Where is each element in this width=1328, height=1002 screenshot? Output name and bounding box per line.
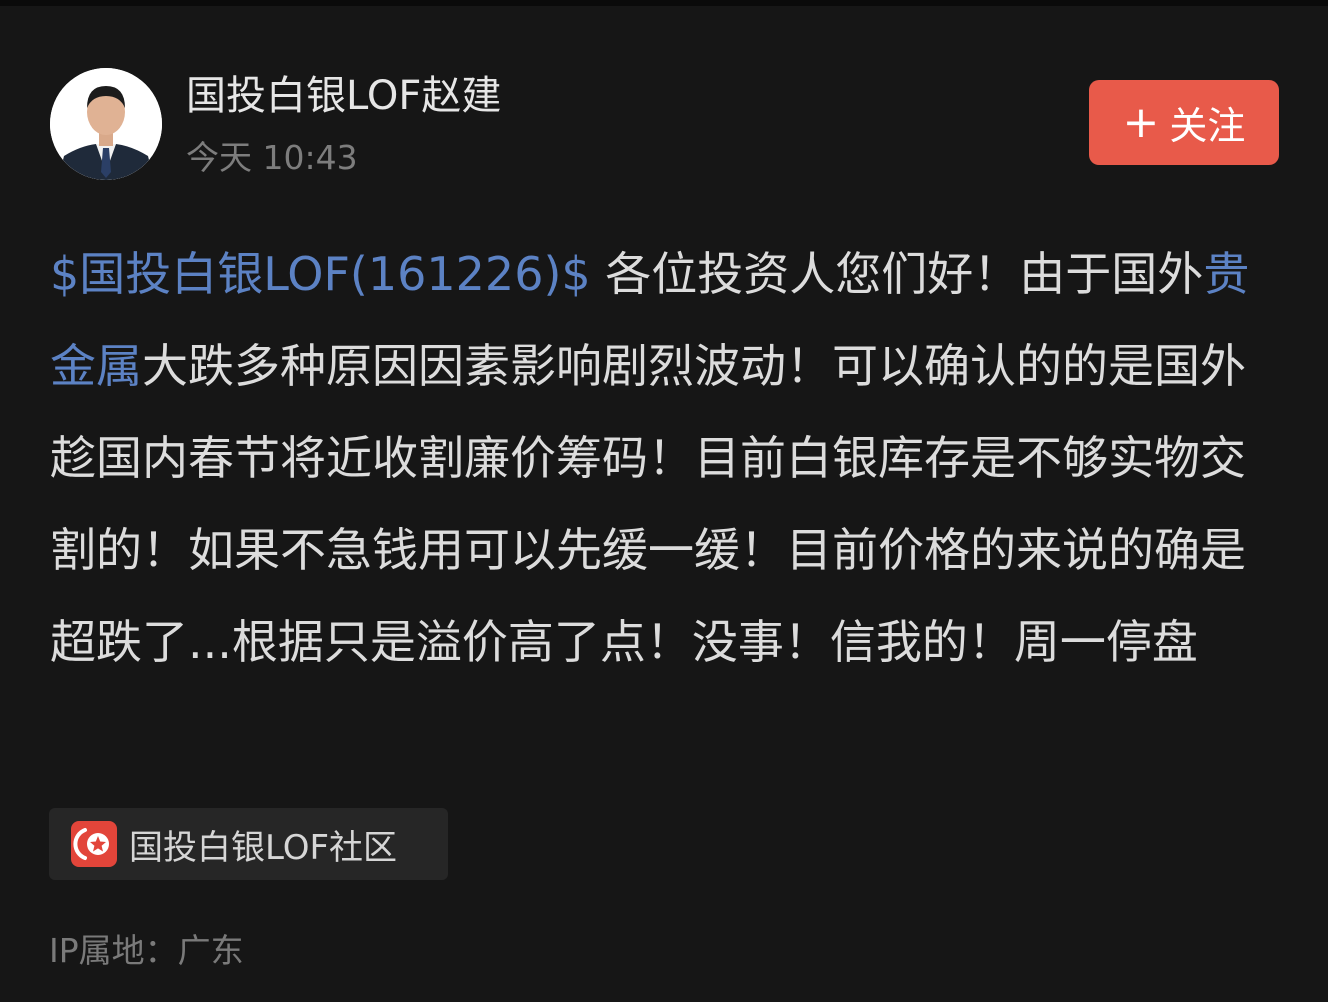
author-avatar[interactable] [50, 68, 162, 180]
plus-icon: + [1122, 96, 1160, 148]
community-logo-icon [71, 821, 117, 867]
community-label: 国投白银LOF社区 [129, 827, 398, 868]
post-timestamp: 今天 10:43 [186, 138, 358, 177]
follow-button[interactable]: + 关注 [1089, 80, 1279, 165]
post-content: $国投白银LOF(161226)$ 各位投资人您们好！由于国外贵金属大跌多种原因… [50, 228, 1285, 688]
post-card: 国投白银LOF赵建 今天 10:43 + 关注 $国投白银LOF(161226)… [0, 0, 1328, 1002]
follow-button-label: 关注 [1169, 104, 1246, 148]
stock-link[interactable]: $国投白银LOF(161226)$ [50, 247, 591, 301]
post-text-part-1: 各位投资人您们好！由于国外 [590, 247, 1204, 301]
post-text-part-2: 大跌多种原因因素影响剧烈波动！可以确认的的是国外趁国内春节将近收割廉价筹码！目前… [50, 339, 1246, 669]
author-name[interactable]: 国投白银LOF赵建 [186, 70, 501, 122]
top-divider [0, 0, 1328, 6]
ip-location: IP属地：广东 [49, 931, 244, 970]
person-portrait-icon [50, 68, 162, 180]
community-tag[interactable]: 国投白银LOF社区 [49, 808, 448, 880]
